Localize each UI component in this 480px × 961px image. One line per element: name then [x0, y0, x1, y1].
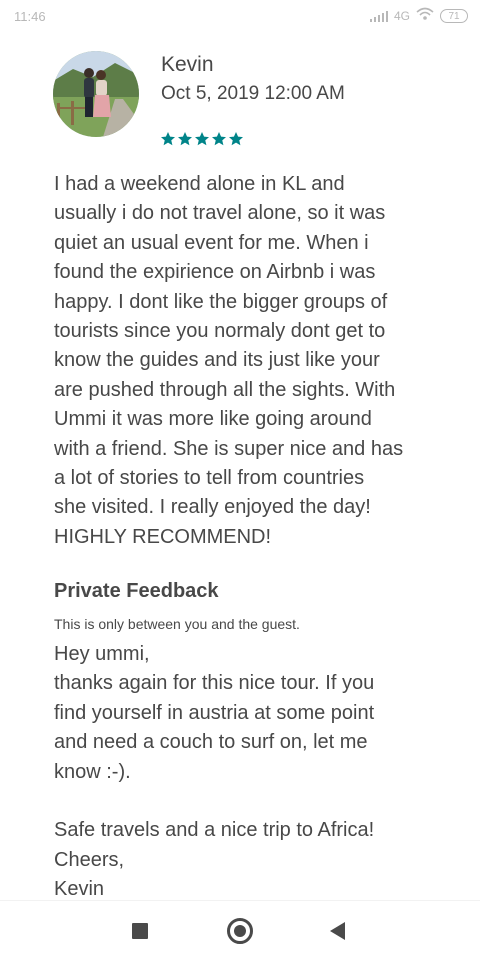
private-feedback-message: Hey ummi, thanks again for this nice tou… [54, 643, 375, 901]
recents-icon[interactable] [132, 923, 148, 939]
signal-icon [369, 10, 388, 22]
star-icon [212, 132, 226, 146]
navigation-bar [0, 900, 480, 961]
star-icon [195, 132, 209, 146]
battery-level: 71 [448, 10, 460, 22]
star-icon [178, 132, 192, 146]
rating-stars [160, 131, 244, 147]
review-date: Oct 5, 2019 12:00 AM [161, 83, 345, 104]
review-text: I had a weekend alone in KL and usually … [54, 173, 404, 548]
star-icon [229, 132, 243, 146]
back-icon[interactable] [330, 922, 345, 940]
status-indicators: 4G 71 [369, 7, 468, 24]
network-label: 4G [393, 8, 410, 23]
status-time: 11:46 [14, 9, 46, 24]
star-icon [161, 132, 175, 146]
home-icon[interactable] [227, 918, 253, 944]
avatar-photo [53, 51, 139, 137]
avatar[interactable] [53, 51, 139, 137]
battery-icon: 71 [440, 8, 468, 23]
private-feedback-title: Private Feedback [54, 580, 219, 602]
private-feedback-subtitle: This is only between you and the guest. [54, 616, 300, 632]
status-bar: 11:46 4G 71 [0, 0, 480, 32]
wifi-icon [416, 7, 434, 24]
reviewer-name: Kevin [161, 53, 214, 76]
